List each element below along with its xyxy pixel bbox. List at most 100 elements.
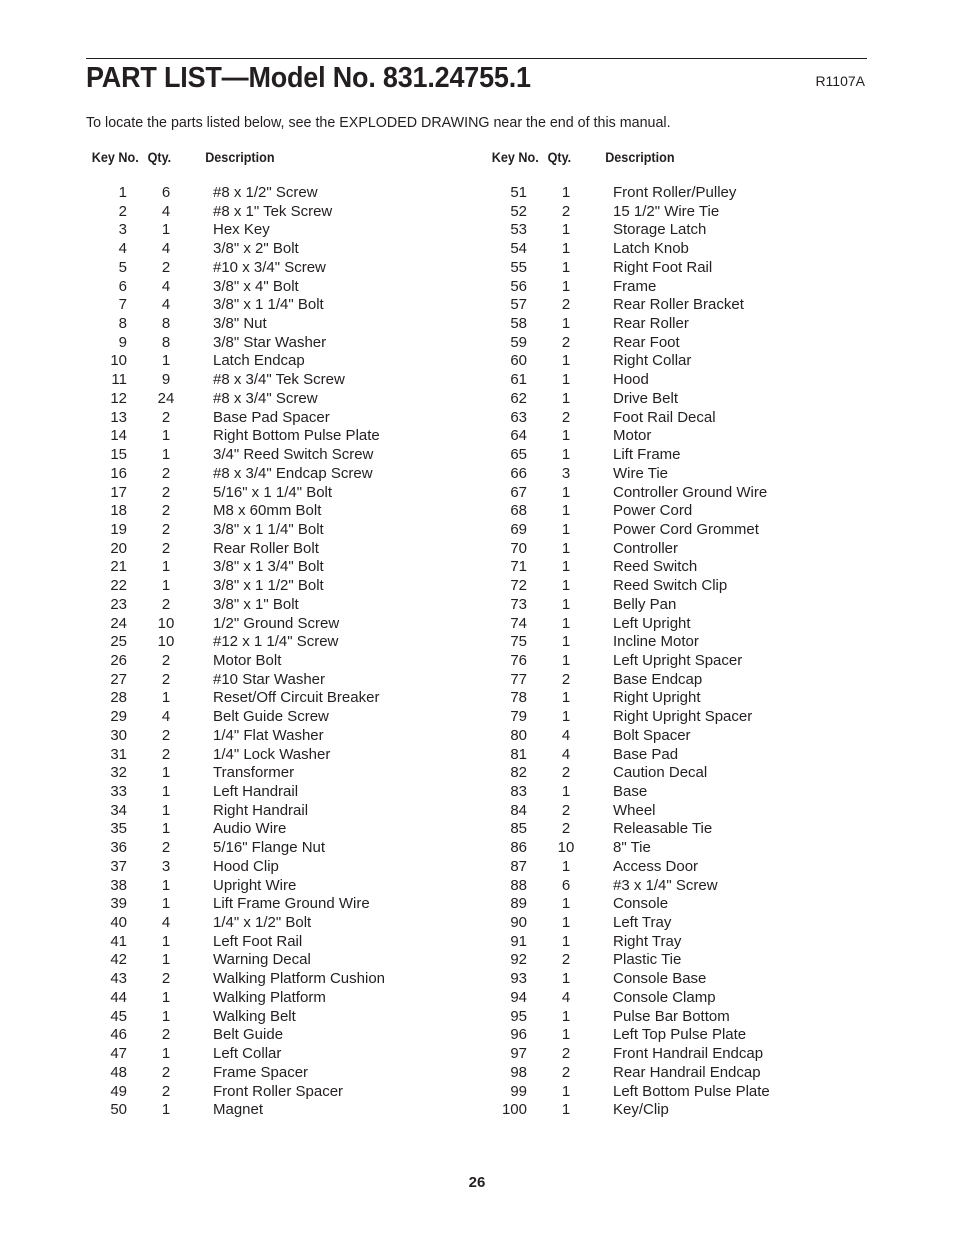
part-key-number: 71 (510, 558, 527, 576)
part-description: Wheel (613, 801, 656, 819)
part-description: Right Tray (613, 932, 682, 950)
part-key-number: 52 (510, 202, 527, 220)
part-key-number: 67 (510, 483, 527, 501)
part-description: Bolt Spacer (613, 726, 691, 744)
part-key-number: 7 (118, 296, 127, 314)
part-key-number: 100 (501, 1101, 527, 1119)
part-key-number: 68 (510, 502, 527, 520)
part-description: #10 x 3/4" Screw (213, 258, 326, 276)
part-description: Hex Key (213, 221, 270, 239)
part-key-number: 56 (510, 277, 527, 295)
part-quantity: 1 (561, 689, 571, 707)
part-quantity: 1 (161, 1007, 171, 1025)
part-description: Reset/Off Circuit Breaker (213, 689, 380, 707)
part-key-number: 91 (510, 932, 527, 950)
part-quantity: 2 (161, 651, 171, 669)
part-key-number: 85 (510, 820, 527, 838)
part-quantity: 1 (161, 558, 171, 576)
part-quantity: 2 (161, 464, 171, 482)
part-description: Incline Motor (613, 633, 699, 651)
part-quantity: 1 (561, 708, 571, 726)
part-description: Right Upright Spacer (613, 708, 753, 726)
part-quantity: 1 (561, 1082, 571, 1100)
part-description: 8" Tie (613, 839, 651, 857)
header-qty: Qty. (547, 149, 572, 165)
part-quantity: 1 (561, 895, 571, 913)
part-quantity: 1 (561, 539, 571, 557)
part-quantity: 3 (161, 857, 171, 875)
part-description: Base Pad Spacer (213, 408, 330, 426)
part-quantity: 1 (561, 1026, 571, 1044)
part-quantity: 4 (161, 914, 171, 932)
part-key-number: 6 (118, 277, 127, 295)
part-key-number: 65 (510, 446, 527, 464)
part-quantity: 1 (561, 221, 571, 239)
header-description: Description (205, 149, 275, 165)
part-quantity: 2 (161, 1082, 171, 1100)
part-key-number: 79 (510, 708, 527, 726)
part-description: #8 x 3/4" Tek Screw (213, 371, 345, 389)
part-description: Right Upright (613, 689, 701, 707)
part-key-number: 83 (510, 783, 527, 800)
part-description: Motor (613, 427, 652, 445)
part-description: 3/8" Nut (213, 315, 267, 333)
part-description: #8 x 3/4" Screw (213, 389, 318, 407)
part-key-number: 35 (110, 820, 127, 838)
part-key-number: 94 (510, 988, 527, 1006)
part-quantity: 2 (561, 296, 571, 314)
reference-code: R1107A (815, 73, 865, 89)
part-key-number: 48 (110, 1063, 127, 1081)
part-quantity: 1 (161, 689, 171, 707)
part-key-number: 47 (110, 1045, 127, 1063)
part-key-number: 5 (118, 258, 127, 276)
part-description: #10 Star Washer (213, 670, 325, 688)
part-description: 3/8" x 2" Bolt (213, 240, 299, 258)
part-key-number: 53 (510, 221, 527, 239)
part-key-number: 34 (110, 801, 127, 819)
part-key-number: 13 (110, 408, 127, 426)
part-description: Transformer (213, 764, 295, 782)
part-key-number: 3 (118, 221, 127, 239)
part-quantity: 8 (161, 315, 171, 333)
part-description: Lift Frame (613, 446, 681, 464)
part-key-number: 70 (510, 539, 527, 557)
part-quantity: 2 (161, 502, 171, 520)
part-description: 15 1/2" Wire Tie (613, 202, 720, 220)
part-key-number: 37 (110, 857, 127, 875)
part-quantity: 1 (561, 633, 571, 651)
part-key-number: 50 (110, 1101, 127, 1119)
part-description: Access Door (613, 857, 699, 875)
part-key-number: 40 (110, 914, 127, 932)
part-key-number: 97 (510, 1045, 527, 1063)
part-key-number: 28 (110, 689, 127, 707)
part-key-number: 42 (110, 951, 127, 969)
part-quantity: 1 (161, 427, 171, 445)
part-description: Frame Spacer (213, 1063, 309, 1081)
part-key-number: 90 (510, 914, 527, 932)
part-key-number: 82 (510, 764, 527, 782)
part-description: Caution Decal (613, 764, 708, 782)
part-description: Walking Platform (213, 988, 326, 1006)
part-quantity: 1 (161, 446, 171, 464)
part-quantity: 2 (561, 333, 571, 351)
part-description: Key/Clip (613, 1101, 669, 1119)
part-description: Foot Rail Decal (613, 408, 716, 426)
part-description: Front Handrail Endcap (613, 1045, 764, 1063)
part-quantity: 4 (161, 296, 171, 314)
part-quantity: 2 (161, 1063, 171, 1081)
part-key-number: 58 (510, 315, 527, 333)
part-description: Front Roller Spacer (213, 1082, 344, 1100)
part-description: Controller Ground Wire (613, 483, 768, 501)
part-quantity: 1 (161, 801, 171, 819)
part-description: 3/8" x 4" Bolt (213, 277, 299, 295)
part-description: 3/8" x 1 1/4" Bolt (213, 520, 324, 538)
part-key-number: 8 (118, 315, 127, 333)
part-description: Walking Belt (213, 1007, 296, 1025)
part-description: #8 x 1/2" Screw (213, 184, 318, 201)
part-key-number: 69 (510, 520, 527, 538)
part-description: Left Tray (613, 914, 672, 932)
part-key-number: 87 (510, 857, 527, 875)
part-key-number: 62 (510, 389, 527, 407)
part-quantity: 1 (561, 970, 571, 988)
part-quantity: 6 (561, 876, 571, 894)
